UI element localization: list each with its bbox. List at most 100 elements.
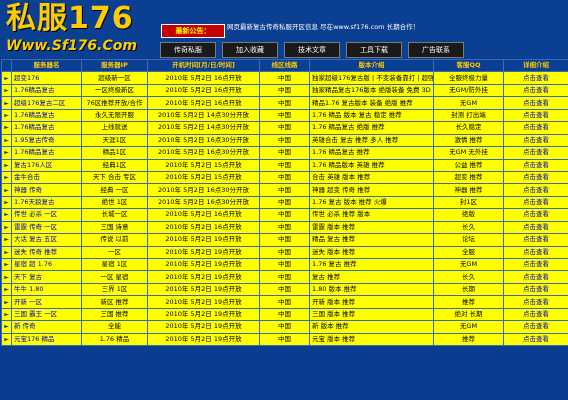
detail-link[interactable]: 点击查看 [503,233,568,247]
server-name-cell[interactable]: 金牛合击 [11,170,82,185]
intro-cell: 1.76 精品复古 绝版 推荐 [309,121,434,135]
detail-link[interactable]: 点击查看 [503,96,568,110]
qq-cell: 绝对 长期 [433,307,504,322]
row-arrow-icon: ► [1,170,12,185]
column-header-ip: 服务器IP [81,58,148,73]
open-time-cell: 2010年 5月2日 15点开放 [147,158,260,172]
server-name-cell[interactable]: 超级176复古二区 [11,96,82,110]
detail-link[interactable]: 点击查看 [503,158,568,172]
server-ip-cell: 永久无限开服 [81,108,148,123]
server-name-cell[interactable]: 神器 传奇 [11,183,82,197]
qq-cell: 无GM [433,320,504,334]
detail-link[interactable]: 点击查看 [503,71,568,85]
detail-link[interactable]: 点击查看 [503,332,568,347]
row-arrow-icon: ► [1,282,12,297]
server-name-cell[interactable]: 牛牛 1.80 [11,282,82,297]
table-row: ► 金牛合击 天下 合击 专区 2010年 5月2日 15点开放 中国 合击 英雄 版本 … [1,170,568,185]
line-cell: 中国 [259,295,310,309]
detail-link[interactable]: 点击查看 [503,121,568,135]
server-ip-cell: 经典1区 [81,158,148,172]
table-row: ► 1.76精品复古 精品1区 2010年 5月2日 16点30分开放 中国 1.76 精… [1,146,568,160]
server-ip-cell: 一区 [81,245,148,260]
table-row: ► 神器 传奇 经典 一区 2010年 5月2日 16点30分开放 中国 神器 超变 传奇… [1,183,568,197]
server-name-cell[interactable]: 传世 必杀 一区 [11,208,82,222]
detail-link[interactable]: 点击查看 [503,146,568,160]
server-ip-cell: 天下 合击 专区 [81,170,148,185]
intro-cell: 1.76 精品复古 推荐 [309,146,434,160]
row-arrow-icon: ► [1,96,12,110]
intro-cell: 1.76 复古 推荐 [309,257,434,272]
open-time-cell: 2010年 5月2日 16点30分开放 [147,195,260,210]
server-name-cell[interactable]: 1.76精品复古 [11,121,82,135]
table-row: ► 超变176 超级新一区 2010年 5月2日 16点开放 中国 独家超级176复古版 … [1,71,568,85]
row-arrow-icon: ► [1,195,12,210]
server-name-cell[interactable]: 1.76天狼复古 [11,195,82,210]
intro-cell: 新 版本 推荐 [309,320,434,334]
server-ip-cell: 三国 诗意 [81,220,148,235]
detail-link[interactable]: 点击查看 [503,170,568,185]
row-arrow-icon: ► [1,108,12,123]
server-name-cell[interactable]: 星宿 超 1.76 [11,257,82,272]
line-cell: 中国 [259,195,310,210]
detail-link[interactable]: 点击查看 [503,307,568,322]
row-arrow-icon: ► [1,83,12,98]
server-name-cell[interactable]: 超变176 [11,71,82,85]
intro-cell: 精品 复古 推荐 [309,233,434,247]
server-name-cell[interactable]: 复古176人区 [11,158,82,172]
detail-link[interactable]: 点击查看 [503,270,568,284]
detail-link[interactable]: 点击查看 [503,220,568,235]
detail-link[interactable]: 点击查看 [503,83,568,98]
detail-link[interactable]: 点击查看 [503,108,568,123]
server-name-cell[interactable]: 1.95复古传奇 [11,133,82,148]
server-ip-cell: 全能 [81,320,148,334]
nav-ad-contact[interactable]: 广告联系 [408,42,464,58]
nav-add-favorite[interactable]: 加入收藏 [222,42,278,58]
line-cell: 中国 [259,158,310,172]
server-name-cell[interactable]: 元宝176 精品 [11,332,82,347]
server-name-cell[interactable]: 1.76精品复古 [11,83,82,98]
open-time-cell: 2010年 5月2日 19点开放 [147,307,260,322]
row-arrow-icon: ► [1,332,12,347]
server-ip-cell: 新区 推荐 [81,295,148,309]
detail-link[interactable]: 点击查看 [503,282,568,297]
nav-tool-download[interactable]: 工具下载 [346,42,402,58]
server-name-cell[interactable]: 新 传奇 [11,320,82,334]
intro-cell: 1.76 精品 版本 复古 稳定 推荐 [309,108,434,123]
detail-link[interactable]: 点击查看 [503,257,568,272]
detail-link[interactable]: 点击查看 [503,133,568,148]
detail-link[interactable]: 点击查看 [503,208,568,222]
detail-link[interactable]: 点击查看 [503,195,568,210]
server-name-cell[interactable]: 天下 复古 [11,270,82,284]
nav-tech-articles[interactable]: 技术文章 [284,42,340,58]
server-ip-cell: 三界 1区 [81,282,148,297]
server-ip-cell: 一区 星宿 [81,270,148,284]
server-name-cell[interactable]: 大话 复古 五区 [11,233,82,247]
server-name-cell[interactable]: 开新 一区 [11,295,82,309]
table-row: ► 星宿 超 1.76 星宿 1区 2010年 5月2日 19点开放 中国 1.76 复古… [1,257,568,272]
detail-link[interactable]: 点击查看 [503,245,568,260]
intro-cell: 英雄合击 复古 推荐 多人 推荐 [309,133,434,148]
column-header-qq: 客服QQ [433,58,504,73]
table-row: ► 雷霆 传奇 一区 三国 诗意 2010年 5月2日 16点开放 中国 雷霆 版本 推荐… [1,220,568,235]
site-logo[interactable]: 私服176 Www.Sf176.Com [6,2,156,56]
row-arrow-icon: ► [1,208,12,222]
nav-private-server[interactable]: 传奇私服 [160,42,216,58]
server-name-cell[interactable]: 1.76精品复古 [11,108,82,123]
server-name-cell[interactable]: 1.76精品复古 [11,146,82,160]
intro-cell: 神器 超变 传奇 推荐 [309,183,434,197]
detail-link[interactable]: 点击查看 [503,183,568,197]
table-row: ► 天下 复古 一区 星宿 2010年 5月2日 19点开放 中国 复古 推荐 长久 点击查看 [1,270,568,284]
table-row: ► 1.95复古传奇 天涯1区 2010年 5月2日 16点30分开放 中国 英雄合击 复… [1,133,568,148]
server-name-cell[interactable]: 雷霆 传奇 一区 [11,220,82,235]
qq-cell: 论坛 [433,233,504,247]
table-row: ► 三国 霸王 一区 三国 推荐 2010年 5月2日 19点开放 中国 三国 版本 推荐… [1,307,568,322]
detail-link[interactable]: 点击查看 [503,320,568,334]
intro-cell: 精品1.76 复古版本 装备 绝版 推荐 [309,96,434,110]
detail-link[interactable]: 点击查看 [503,295,568,309]
open-time-cell: 2010年 5月2日 16点开放 [147,71,260,85]
server-name-cell[interactable]: 迷失 传奇 推荐 [11,245,82,260]
row-arrow-icon: ► [1,183,12,197]
server-ip-cell: 绝世 1区 [81,195,148,210]
server-name-cell[interactable]: 三国 霸王 一区 [11,307,82,322]
row-arrow-icon: ► [1,146,12,160]
